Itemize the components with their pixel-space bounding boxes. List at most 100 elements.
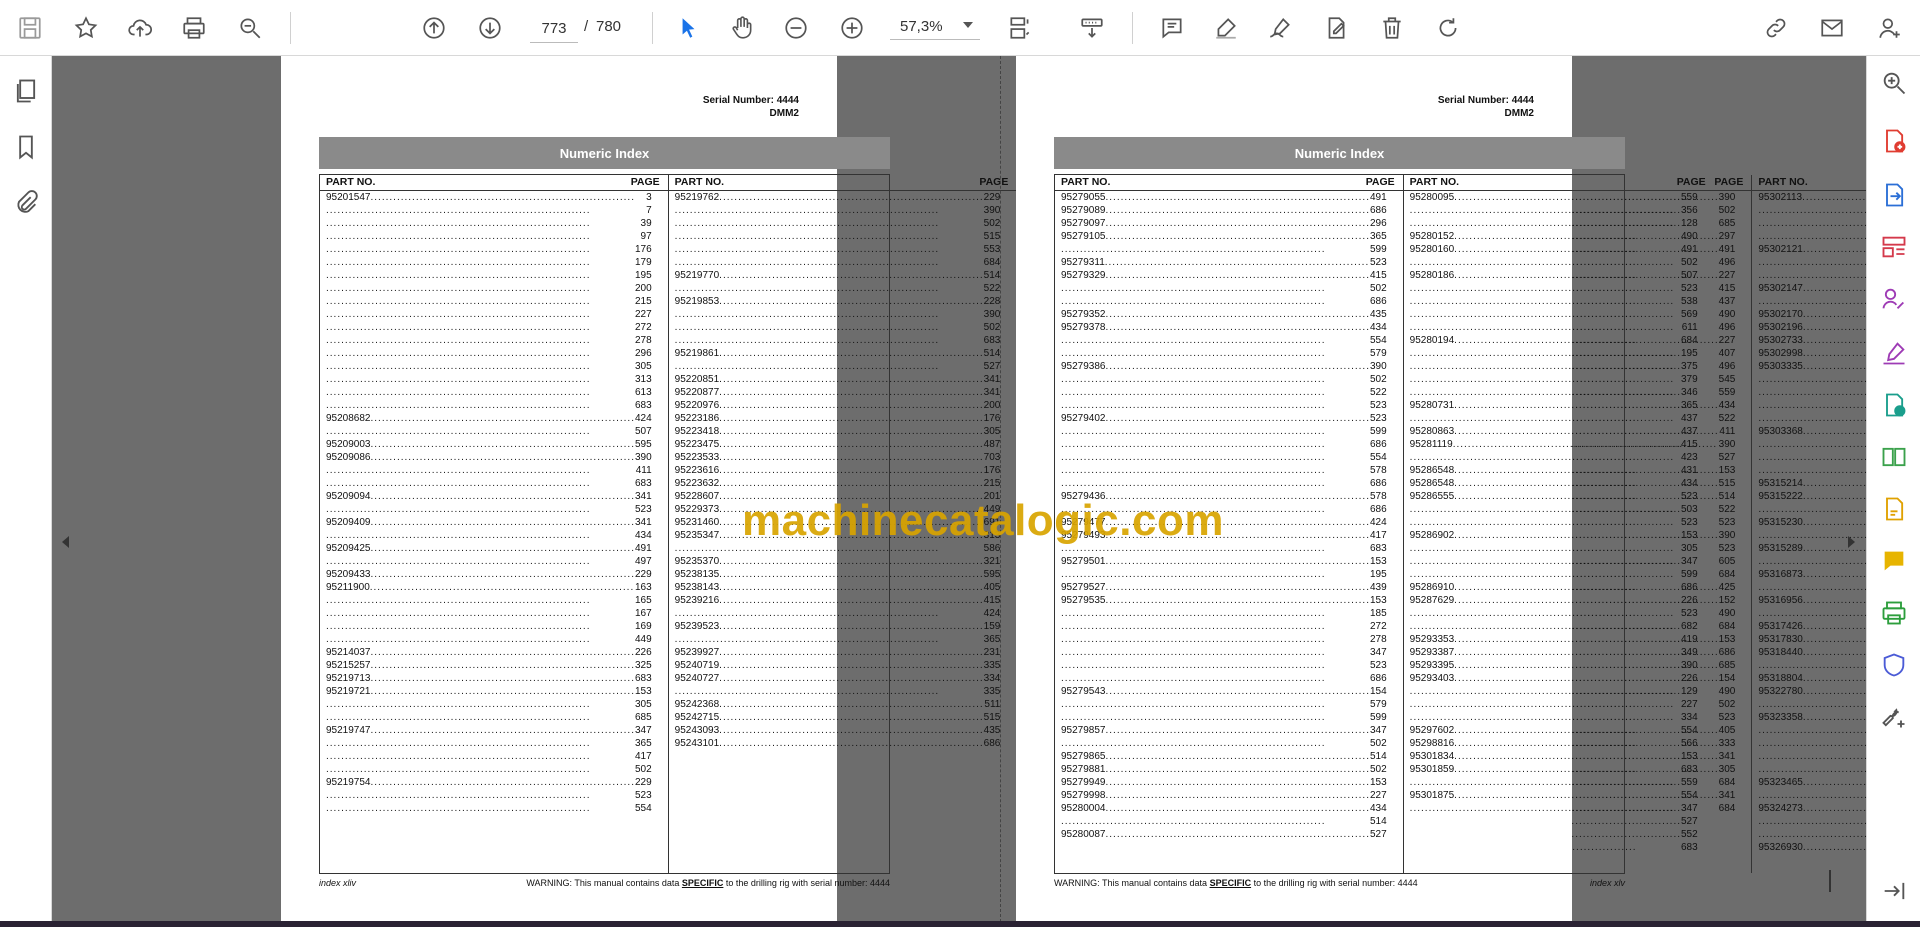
page-number: 272 xyxy=(1369,621,1387,632)
index-row: 684 xyxy=(1410,620,1746,633)
create-pdf-icon[interactable] xyxy=(1879,126,1909,156)
header-part-no: PART NO. xyxy=(674,176,725,188)
compare-files-icon[interactable] xyxy=(1879,442,1909,472)
highlight-icon[interactable] xyxy=(1210,12,1242,44)
share-link-icon[interactable] xyxy=(1760,12,1792,44)
dot-leader xyxy=(719,386,983,399)
dot-leader xyxy=(326,399,635,412)
page-number-input[interactable] xyxy=(530,14,578,43)
scrollbar-thumb[interactable] xyxy=(1829,870,1831,892)
dot-leader xyxy=(1410,568,1719,581)
dot-leader xyxy=(370,581,635,594)
print-icon[interactable] xyxy=(178,12,210,44)
edit-pdf-icon[interactable] xyxy=(1320,12,1352,44)
page-number: 341 xyxy=(1718,790,1736,801)
index-row: 95316873522 xyxy=(1758,568,1866,581)
collapse-left-arrow-icon[interactable] xyxy=(62,536,69,548)
email-icon[interactable] xyxy=(1816,12,1848,44)
page-number: 176 xyxy=(634,244,652,255)
index-row: 527 xyxy=(1758,828,1866,841)
dot-leader xyxy=(1454,659,1718,672)
index-row: 522 xyxy=(675,282,1011,295)
dot-leader xyxy=(1410,503,1719,516)
index-row: 169 xyxy=(326,620,662,633)
dot-leader xyxy=(1410,347,1719,360)
fit-page-icon[interactable] xyxy=(1004,12,1036,44)
dot-leader xyxy=(719,477,983,490)
save-icon[interactable] xyxy=(14,12,46,44)
part-number: 95303335 xyxy=(1758,361,1803,372)
organize-pages-icon[interactable] xyxy=(1879,232,1909,262)
collapse-panel-icon[interactable] xyxy=(1879,876,1909,906)
page-number: 390 xyxy=(983,309,1001,320)
index-row: 502 xyxy=(1410,204,1746,217)
delete-icon[interactable] xyxy=(1376,12,1408,44)
sign-icon[interactable] xyxy=(1264,12,1296,44)
more-tools-icon[interactable] xyxy=(1879,702,1909,732)
zoom-search-icon[interactable] xyxy=(1879,68,1909,98)
page-number: 176 xyxy=(983,413,1001,424)
part-number: 95301834 xyxy=(1409,751,1455,762)
index-row: 437 xyxy=(1758,399,1866,412)
request-signature-icon[interactable] xyxy=(1879,284,1909,314)
send-review-icon[interactable] xyxy=(1879,390,1909,420)
dot-leader xyxy=(1061,737,1370,750)
index-row: 95279352 435 xyxy=(1061,308,1397,321)
pages-thumbnail-icon[interactable] xyxy=(11,76,41,106)
index-row: 95280160 491 xyxy=(1410,243,1746,256)
chevron-down-icon[interactable] xyxy=(963,22,973,28)
account-icon[interactable] xyxy=(1874,12,1906,44)
index-row: 95280087 527 xyxy=(1061,828,1397,841)
dot-leader xyxy=(1758,503,1866,516)
attachment-icon[interactable] xyxy=(11,188,41,218)
page-number: 341 xyxy=(983,374,1001,385)
index-row: 95298816 333 xyxy=(1410,737,1746,750)
edit-page-icon[interactable] xyxy=(1879,494,1909,524)
document-viewport[interactable]: Serial Number: 4444 DMM2 Numeric Index P… xyxy=(52,56,1866,927)
zoom-out-icon[interactable] xyxy=(780,12,812,44)
fill-sign-icon[interactable] xyxy=(1879,338,1909,368)
index-column: PART NO. PAGE 95201547 3 7 39 97 176 179 195 200 21… xyxy=(320,175,669,873)
bookmark-icon[interactable] xyxy=(11,132,41,162)
dot-leader xyxy=(1454,529,1718,542)
index-row: 527 xyxy=(675,360,1011,373)
index-row: 95279055 491 xyxy=(1061,191,1397,204)
zoom-in-icon[interactable] xyxy=(836,12,868,44)
comment-icon[interactable] xyxy=(1156,12,1188,44)
protect-icon[interactable] xyxy=(1879,650,1909,680)
index-row: 523 xyxy=(326,503,662,516)
hand-icon[interactable] xyxy=(726,12,758,44)
page-down-icon[interactable] xyxy=(474,12,506,44)
page-number: 417 xyxy=(634,751,652,762)
part-number: 95279386 xyxy=(1061,361,1106,372)
index-row: 523 xyxy=(1410,542,1746,555)
index-row: 95315214365 xyxy=(1758,477,1866,490)
part-number: 95279097 xyxy=(1061,218,1106,229)
part-number: 95214037 xyxy=(326,647,371,658)
rotate-icon[interactable] xyxy=(1432,12,1464,44)
index-row: 684 xyxy=(675,256,1011,269)
page-number: 411 xyxy=(1719,426,1736,437)
index-row: 95323465227 xyxy=(1758,776,1866,789)
print-production-icon[interactable] xyxy=(1879,598,1909,628)
dot-leader xyxy=(1410,685,1719,698)
select-cursor-icon[interactable] xyxy=(672,12,704,44)
dot-leader xyxy=(1454,399,1718,412)
part-number: 95220877 xyxy=(674,387,720,398)
page-up-icon[interactable] xyxy=(418,12,450,44)
scroll-mode-icon[interactable] xyxy=(1076,12,1108,44)
export-pdf-icon[interactable] xyxy=(1879,180,1909,210)
star-icon[interactable] xyxy=(70,12,102,44)
page-number: 215 xyxy=(634,296,652,307)
zoom-search-icon[interactable] xyxy=(234,12,266,44)
index-row: 95302998415 xyxy=(1758,347,1866,360)
comment-panel-icon[interactable] xyxy=(1879,546,1909,576)
part-number: 95239216 xyxy=(674,595,720,606)
upload-icon[interactable] xyxy=(124,12,156,44)
index-row: 490 xyxy=(1410,685,1746,698)
toolbar: / 780 57,3% xyxy=(0,0,1920,56)
header-page: PAGE xyxy=(630,176,660,188)
dot-leader xyxy=(1410,802,1719,815)
index-row: 95297602 405 xyxy=(1410,724,1746,737)
dot-leader xyxy=(675,321,984,334)
